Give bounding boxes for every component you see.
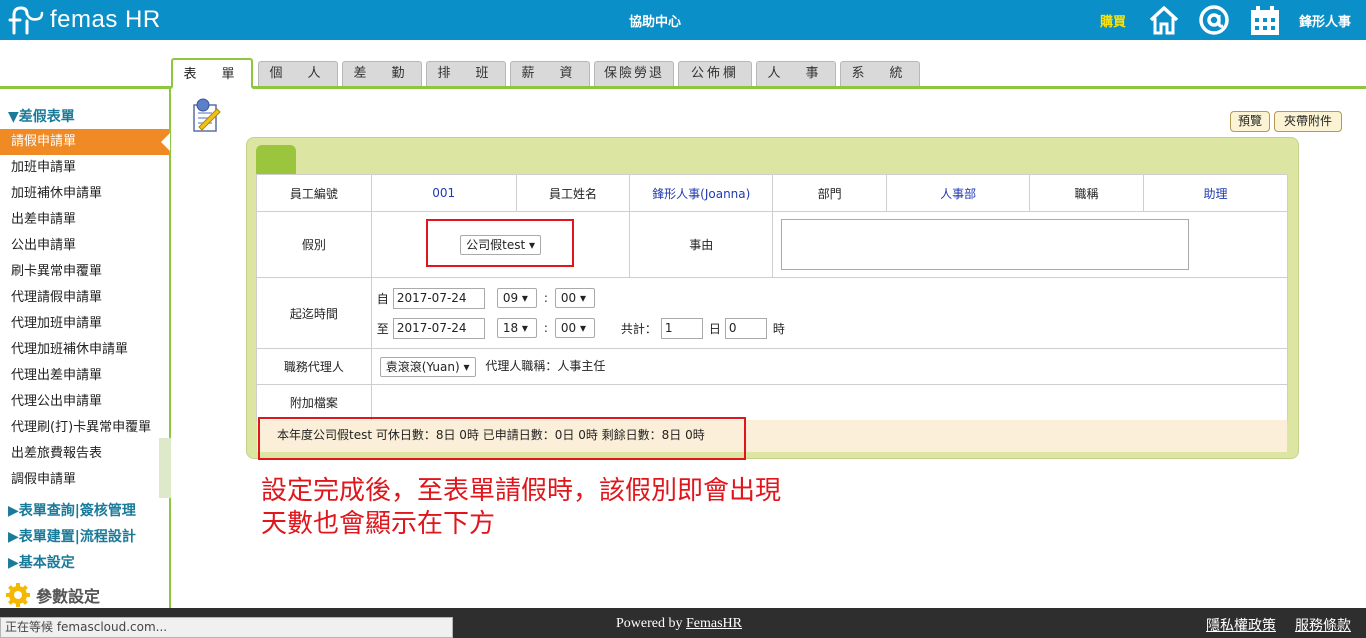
tab-hr[interactable]: 人 事 — [756, 61, 836, 86]
agent-title: 代理人職稱：人事主任 — [485, 359, 606, 373]
param-settings[interactable]: 參數設定 — [6, 583, 100, 607]
preview-button[interactable]: 預覽 — [1230, 111, 1270, 132]
sidebar-section-build[interactable]: ▶表單建置|流程設計 — [8, 526, 136, 546]
reason-textarea[interactable] — [781, 219, 1190, 270]
total-hours-input[interactable]: 0 — [724, 317, 767, 339]
powered-by-prefix: Powered by — [616, 616, 686, 631]
home-icon[interactable] — [1147, 3, 1181, 37]
from-time-colon: : — [543, 291, 548, 305]
to-minute-select[interactable]: 00 ▾ — [554, 318, 595, 338]
gear-icon — [6, 583, 30, 607]
at-icon[interactable] — [1197, 3, 1231, 37]
app-name: femas HR — [50, 6, 161, 33]
title-label: 職稱 — [1029, 174, 1144, 212]
femashr-link[interactable]: FemasHR — [686, 616, 742, 631]
from-hour-value: 09 — [502, 291, 519, 305]
sidebar-section-basic[interactable]: ▶基本設定 — [8, 552, 75, 572]
sidebar-item-proxy-overtime-comp[interactable]: 代理加班補休申請單 — [0, 337, 169, 363]
highlight-leave-type — [426, 219, 574, 267]
period-label: 起迄時間 — [256, 277, 372, 349]
sidebar-item-overtime-comp[interactable]: 加班補休申請單 — [0, 181, 169, 207]
sidebar-item-punch-appeal[interactable]: 刷卡異常申覆單 — [0, 259, 169, 285]
femas-logo[interactable]: femas HR — [8, 4, 161, 36]
tab-system[interactable]: 系 統 — [840, 61, 920, 86]
sidebar-item-business-trip[interactable]: 出差申請單 — [0, 207, 169, 233]
highlight-quota — [258, 417, 746, 460]
tab-forms[interactable]: 表 單 — [171, 58, 253, 89]
annotation-line-1: 設定完成後，至表單請假時，該假別即會出現 — [261, 476, 782, 506]
period-cell: 自 2017-07-24 09 ▾ : 00 ▾ 至 2017-07-24 18… — [370, 277, 1289, 349]
sidebar-collapse-handle[interactable] — [159, 438, 171, 498]
from-minute-select[interactable]: 00 ▾ — [554, 288, 595, 308]
tab-payroll[interactable]: 薪 資 — [510, 61, 590, 86]
agent-cell: 袁滾滾(Yuan) ▾ 代理人職稱：人事主任 — [370, 348, 1289, 385]
sidebar-section-query[interactable]: ▶表單查詢|簽核管理 — [8, 500, 136, 520]
form-tab — [256, 145, 296, 175]
sidebar-item-official-out[interactable]: 公出申請單 — [0, 233, 169, 259]
sidebar-item-leave-request[interactable]: 請假申請單 — [0, 129, 170, 155]
main-tab-bar: 表 單 個 人 差 勤 排 班 薪 資 保險勞退 公佈欄 人 事 系 統 — [0, 58, 1366, 89]
sidebar: ▼差假表單 請假申請單 加班申請單 加班補休申請單 出差申請單 公出申請單 刷卡… — [0, 89, 171, 608]
calendar-icon[interactable] — [1248, 3, 1282, 37]
emp-no-value: 001 — [370, 174, 517, 212]
sidebar-section-leave-forms[interactable]: ▼差假表單 — [8, 106, 75, 126]
sidebar-item-proxy-punch-appeal[interactable]: 代理刷(打)卡異常申覆單 — [0, 415, 169, 441]
to-label: 至 — [376, 321, 389, 336]
to-hour-select[interactable]: 18 ▾ — [496, 318, 537, 338]
browser-status-bar: 正在等候 femascloud.com... — [0, 617, 453, 638]
agent-value: 袁滾滾(Yuan) — [385, 359, 460, 374]
from-hour-select[interactable]: 09 ▾ — [496, 288, 537, 308]
agent-select[interactable]: 袁滾滾(Yuan) ▾ — [379, 356, 476, 377]
annotation-line-2: 天數也會顯示在下方 — [261, 509, 496, 539]
privacy-link[interactable]: 隱私權政策 — [1206, 615, 1276, 635]
dept-value: 人事部 — [886, 174, 1031, 212]
form-edit-icon — [193, 98, 221, 132]
to-time-colon: : — [543, 321, 548, 335]
company-name: 鋒形人事 — [1299, 15, 1352, 30]
sidebar-item-proxy-business-trip[interactable]: 代理出差申請單 — [0, 363, 169, 389]
terms-link[interactable]: 服務條款 — [1295, 615, 1351, 635]
sidebar-item-leave-adjust[interactable]: 調假申請單 — [0, 467, 169, 493]
sidebar-item-travel-expense[interactable]: 出差旅費報告表 — [0, 441, 169, 467]
param-settings-label: 參數設定 — [36, 587, 101, 606]
from-date-input[interactable]: 2017-07-24 — [392, 287, 485, 309]
annotation-text: 設定完成後，至表單請假時，該假別即會出現 天數也會顯示在下方 — [261, 475, 781, 541]
sidebar-item-proxy-leave[interactable]: 代理請假申請單 — [0, 285, 169, 311]
agent-label: 職務代理人 — [256, 348, 372, 385]
emp-no-label: 員工編號 — [256, 174, 372, 212]
tab-bulletin[interactable]: 公佈欄 — [678, 61, 752, 86]
from-label: 自 — [376, 291, 389, 306]
attach-file-button[interactable]: 夾帶附件 — [1274, 111, 1342, 132]
day-unit: 日 — [708, 321, 721, 336]
top-header: femas HR 協助中心 購買 鋒形人事 — [0, 0, 1366, 40]
attach-cell — [370, 384, 1289, 421]
help-center-link[interactable]: 協助中心 — [600, 11, 710, 30]
tab-insurance[interactable]: 保險勞退 — [594, 61, 674, 86]
hour-unit: 時 — [772, 321, 785, 336]
leave-form-table: 員工編號 001 員工姓名 鋒形人事(Joanna) 部門 人事部 職稱 助理 … — [256, 174, 1289, 421]
reason-label: 事由 — [629, 211, 774, 278]
buy-link[interactable]: 購買 — [1100, 11, 1126, 30]
sidebar-item-overtime[interactable]: 加班申請單 — [0, 155, 169, 181]
powered-by: Powered by FemasHR — [616, 616, 742, 632]
tab-personal[interactable]: 個 人 — [258, 61, 338, 86]
total-days-input[interactable]: 1 — [660, 317, 703, 339]
leave-type-label: 假別 — [256, 211, 372, 278]
emp-name-value: 鋒形人事(Joanna) — [629, 174, 774, 212]
emp-name-label: 員工姓名 — [515, 174, 631, 212]
dept-label: 部門 — [772, 174, 888, 212]
total-label: 共計： — [620, 321, 657, 336]
reason-cell — [772, 211, 1288, 278]
title-value: 助理 — [1143, 174, 1288, 212]
sidebar-item-proxy-overtime[interactable]: 代理加班申請單 — [0, 311, 169, 337]
attach-label: 附加檔案 — [256, 384, 372, 421]
tab-scheduling[interactable]: 排 班 — [426, 61, 506, 86]
sidebar-item-proxy-official-out[interactable]: 代理公出申請單 — [0, 389, 169, 415]
tab-attendance[interactable]: 差 勤 — [342, 61, 422, 86]
femas-logo-icon — [8, 6, 44, 35]
to-hour-value: 18 — [502, 321, 519, 335]
from-minute-value: 00 — [560, 291, 577, 305]
to-minute-value: 00 — [560, 321, 577, 335]
to-date-input[interactable]: 2017-07-24 — [392, 317, 485, 339]
